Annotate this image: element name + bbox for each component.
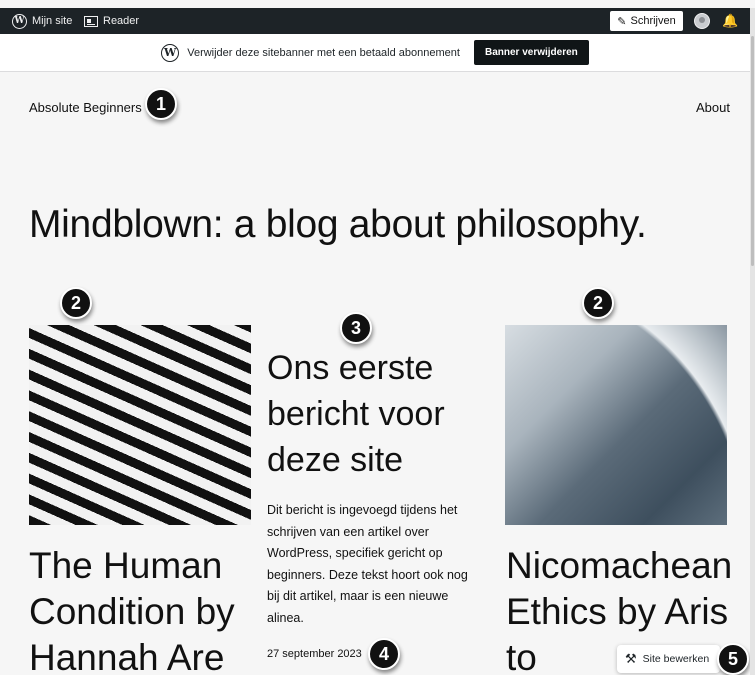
scrollbar-thumb[interactable] bbox=[751, 36, 754, 266]
post-title[interactable]: The Human Condition by Hannah Are bbox=[29, 543, 259, 675]
post-featured-image[interactable] bbox=[505, 325, 727, 525]
post-date: 27 september 2023 bbox=[267, 648, 362, 660]
callout-badge: 2 bbox=[60, 287, 92, 319]
site-title[interactable]: Absolute Beginners bbox=[29, 100, 142, 115]
remove-banner-button[interactable]: Banner verwijderen bbox=[473, 40, 589, 65]
reader-label: Reader bbox=[103, 15, 140, 27]
edit-site-label: Site bewerken bbox=[642, 653, 710, 665]
callout-badge: 1 bbox=[145, 88, 177, 120]
write-button[interactable]: ✎ Schrijven bbox=[610, 11, 683, 31]
write-label: Schrijven bbox=[630, 15, 676, 27]
my-site-menu[interactable]: W Mijn site bbox=[12, 8, 72, 34]
wordpress-logo-icon: W bbox=[12, 13, 27, 29]
callout-badge: 4 bbox=[368, 638, 400, 670]
edit-site-button[interactable]: ⚒ Site bewerken bbox=[617, 645, 720, 673]
browser-viewport: W Mijn site Reader ✎ Schrijven 🔔 W Verwi… bbox=[0, 0, 755, 675]
page-title: Mindblown: a blog about philosophy. bbox=[29, 203, 647, 246]
site-banner: W Verwijder deze sitebanner met een beta… bbox=[0, 34, 750, 72]
reader-menu[interactable]: Reader bbox=[84, 8, 139, 34]
post-featured-image[interactable] bbox=[29, 325, 251, 525]
nav-link-about[interactable]: About bbox=[696, 100, 730, 115]
avatar[interactable] bbox=[694, 13, 710, 29]
pen-icon: ✎ bbox=[617, 15, 627, 28]
callout-badge: 5 bbox=[717, 643, 749, 675]
admin-bar: W Mijn site Reader ✎ Schrijven 🔔 bbox=[0, 8, 750, 34]
post-title[interactable]: Ons eerste bericht voor deze site bbox=[267, 345, 497, 483]
notification-icon[interactable]: 🔔 bbox=[722, 13, 738, 29]
tools-icon: ⚒ bbox=[625, 651, 637, 666]
callout-badge: 2 bbox=[582, 287, 614, 319]
wordpress-logo-icon: W bbox=[161, 43, 180, 62]
reader-icon bbox=[84, 15, 98, 27]
callout-badge: 3 bbox=[340, 312, 372, 344]
my-site-label: Mijn site bbox=[32, 15, 73, 27]
banner-text: Verwijder deze sitebanner met een betaal… bbox=[187, 46, 460, 59]
post-excerpt: Dit bericht is ingevoegd tijdens het sch… bbox=[267, 503, 468, 625]
